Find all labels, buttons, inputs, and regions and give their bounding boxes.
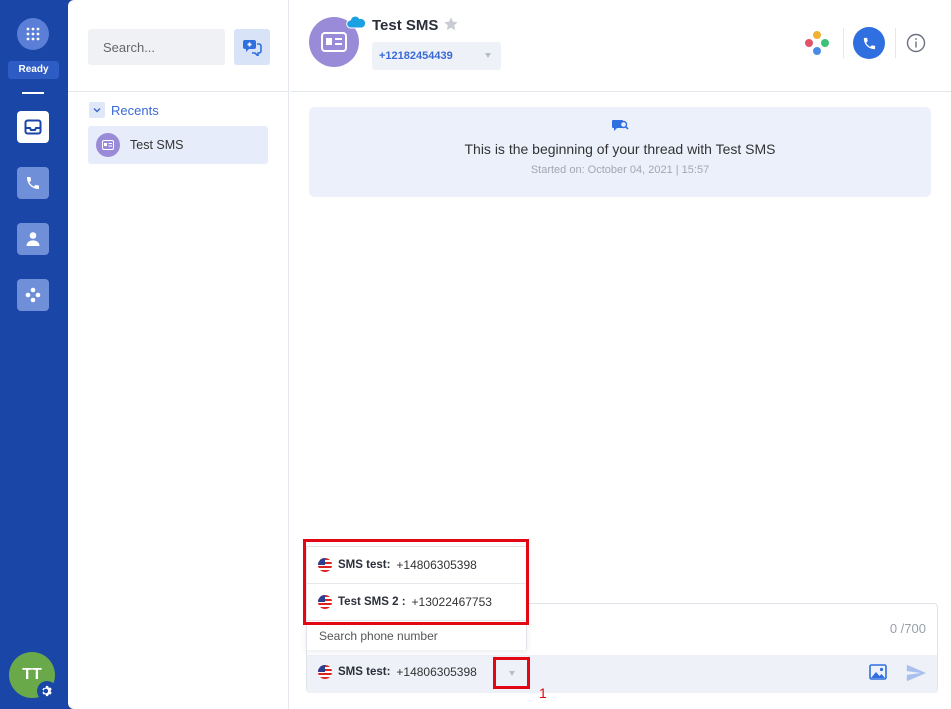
nav-inbox-button[interactable] bbox=[17, 111, 49, 143]
nav-contacts-button[interactable] bbox=[17, 223, 49, 255]
chat-search-icon bbox=[612, 120, 629, 131]
contact-card-icon bbox=[96, 133, 120, 157]
new-message-button[interactable] bbox=[234, 29, 270, 65]
chevron-down-icon bbox=[89, 102, 105, 118]
call-button[interactable] bbox=[853, 27, 885, 59]
contact-card-icon bbox=[321, 32, 347, 52]
star-icon[interactable] bbox=[443, 16, 459, 32]
recents-toggle[interactable]: Recents bbox=[89, 102, 159, 118]
annotation-box-caret bbox=[493, 657, 530, 689]
phone-search-input[interactable] bbox=[307, 622, 526, 650]
recents-label: Recents bbox=[111, 102, 159, 118]
phone-icon bbox=[27, 177, 39, 189]
image-icon[interactable] bbox=[868, 662, 888, 682]
sender-number-select[interactable]: SMS test: +14806305398 bbox=[318, 665, 477, 679]
status-badge[interactable]: Ready bbox=[8, 61, 59, 79]
contact-number: +12182454439 bbox=[379, 50, 453, 62]
person-icon bbox=[26, 232, 40, 246]
list-divider bbox=[68, 91, 289, 92]
annotation-label: 1 bbox=[539, 685, 547, 701]
header-divider bbox=[895, 28, 896, 58]
thread-start-banner: This is the beginning of your thread wit… bbox=[309, 107, 931, 197]
sender-number: +14806305398 bbox=[396, 665, 477, 679]
info-icon[interactable] bbox=[906, 33, 926, 53]
left-rail: Ready TT bbox=[0, 0, 68, 709]
integrations-icon[interactable] bbox=[804, 30, 830, 56]
character-counter: 0 /700 bbox=[889, 621, 926, 636]
header-divider bbox=[290, 91, 951, 92]
annotation-box-dropdown bbox=[303, 539, 529, 625]
rail-divider bbox=[22, 92, 44, 94]
nav-apps-button[interactable] bbox=[17, 279, 49, 311]
threads-column: Recents Test SMS bbox=[68, 0, 289, 709]
thread-start-title: This is the beginning of your thread wit… bbox=[464, 141, 776, 157]
sender-label: SMS test: bbox=[338, 666, 391, 678]
phone-icon bbox=[863, 37, 875, 49]
caret-down-icon bbox=[485, 53, 491, 58]
salesforce-cloud-icon bbox=[346, 15, 366, 29]
us-flag-icon bbox=[318, 665, 332, 679]
contact-number-select[interactable]: +12182454439 bbox=[372, 42, 501, 70]
thread-item[interactable]: Test SMS bbox=[88, 126, 268, 164]
gear-icon[interactable] bbox=[37, 681, 57, 701]
thread-item-name: Test SMS bbox=[130, 138, 184, 152]
inbox-icon bbox=[24, 119, 42, 135]
apps-icon bbox=[25, 287, 41, 303]
new-chat-icon bbox=[243, 40, 262, 56]
search-input[interactable] bbox=[88, 29, 225, 65]
thread-start-subtitle: Started on: October 04, 2021 | 15:57 bbox=[530, 164, 710, 176]
composer-toolbar: SMS test: +14806305398 bbox=[307, 655, 937, 693]
dialpad-icon[interactable] bbox=[17, 18, 49, 50]
header-divider bbox=[843, 28, 844, 58]
nav-calls-button[interactable] bbox=[17, 167, 49, 199]
send-icon[interactable] bbox=[905, 662, 927, 684]
contact-name: Test SMS bbox=[372, 17, 439, 34]
